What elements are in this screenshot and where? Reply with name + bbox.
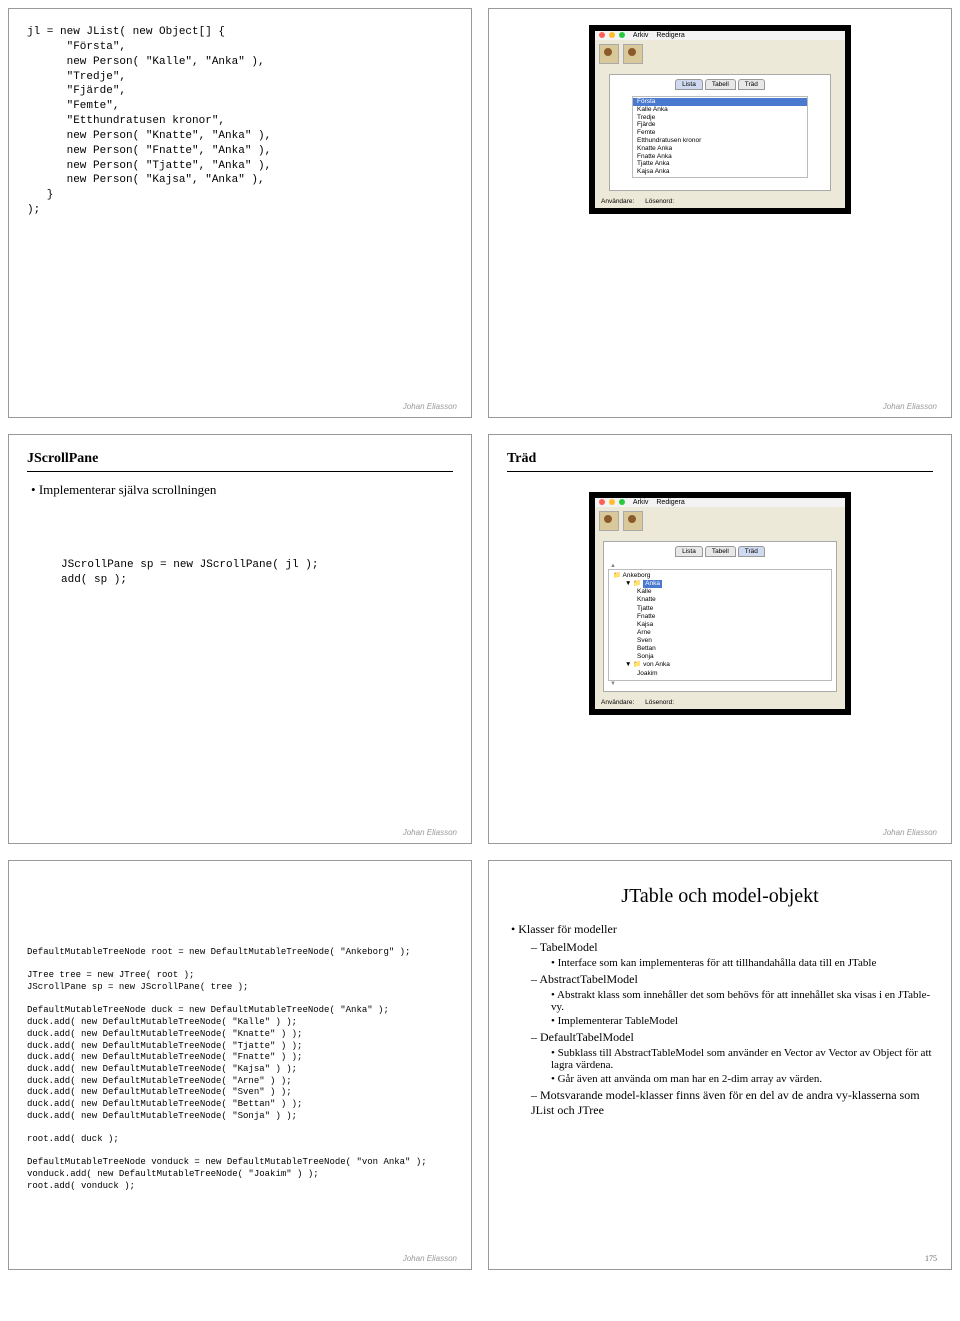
slide-jscrollpane: JScrollPane Implementerar själva scrolln… (8, 434, 472, 844)
list-item[interactable]: Tredje (633, 114, 807, 122)
list-item[interactable]: Knatte Anka (633, 145, 807, 153)
tree-leaf[interactable]: Sven (611, 637, 829, 645)
tree-leaf[interactable]: Joakim (611, 670, 829, 678)
bullet: Implementerar TableModel (551, 1015, 933, 1027)
tree-leaf[interactable]: Arne (611, 629, 829, 637)
bullet: DefaultTabelModel (531, 1030, 933, 1045)
scroll-up-icon[interactable]: ▲ (610, 563, 616, 569)
tab-lista[interactable]: Lista (675, 79, 703, 90)
status-anvandare: Användare: (601, 198, 634, 205)
tree-node[interactable]: ▼ 📁 Anka (611, 580, 829, 588)
toolbar-icon-2[interactable] (623, 44, 643, 64)
slide-jlist-code: jl = new JList( new Object[] { "Första",… (8, 8, 472, 418)
slide-title: Träd (507, 451, 933, 472)
tree-leaf[interactable]: Knatte (611, 596, 829, 604)
tab-lista[interactable]: Lista (675, 546, 703, 557)
zoom-icon[interactable] (619, 32, 625, 38)
page-number: 175 (925, 1254, 937, 1263)
menu-redigera[interactable]: Redigera (656, 499, 684, 506)
list-item[interactable]: Första (633, 98, 807, 106)
list-item[interactable]: Etthundratusen kronor (633, 137, 807, 145)
jtree-view[interactable]: 📁 Ankeborg ▼ 📁 Anka Kalle Knatte Tjatte … (608, 569, 832, 681)
slide-listbox-window: Arkiv Redigera Lista Tabell Träd Första (488, 8, 952, 418)
mac-menubar: Arkiv Redigera (595, 31, 845, 40)
slide-title: JTable och model-objekt (507, 885, 933, 908)
jscrollpane-code: JScrollPane sp = new JScrollPane( jl ); … (61, 558, 453, 588)
zoom-icon[interactable] (619, 499, 625, 505)
tree-leaf[interactable]: Sonja (611, 653, 829, 661)
minimize-icon[interactable] (609, 499, 615, 505)
author-footer: Johan Eliasson (883, 828, 937, 837)
tree-leaf[interactable]: Kajsa (611, 621, 829, 629)
toolbar-icon-1[interactable] (599, 511, 619, 531)
tree-leaf[interactable]: Bettan (611, 645, 829, 653)
list-item[interactable]: Fjärde (633, 121, 807, 129)
menu-arkiv[interactable]: Arkiv (633, 32, 649, 39)
list-item[interactable]: Tjatte Anka (633, 160, 807, 168)
tab-tabell[interactable]: Tabell (705, 546, 736, 557)
bullet: Abstrakt klass som innehåller det som be… (551, 989, 933, 1013)
toolbar-icon-2[interactable] (623, 511, 643, 531)
status-losenord: Lösenord: (645, 198, 674, 205)
menu-redigera[interactable]: Redigera (656, 32, 684, 39)
bullet: Subklass till AbstractTableModel som anv… (551, 1047, 933, 1071)
mac-menubar: Arkiv Redigera (595, 498, 845, 507)
slide-title: JScrollPane (27, 451, 453, 472)
author-footer: Johan Eliasson (403, 402, 457, 411)
menu-arkiv[interactable]: Arkiv (633, 499, 649, 506)
list-item[interactable]: Femte (633, 129, 807, 137)
jlist-code: jl = new JList( new Object[] { "Första",… (27, 25, 453, 218)
list-item[interactable]: Kajsa Anka (633, 168, 807, 176)
tree-leaf[interactable]: Tjatte (611, 605, 829, 613)
tree-leaf[interactable]: Fnatte (611, 613, 829, 621)
toolbar (595, 40, 845, 70)
close-icon[interactable] (599, 32, 605, 38)
toolbar (595, 507, 845, 537)
tree-node-root[interactable]: 📁 Ankeborg (611, 572, 829, 580)
author-footer: Johan Eliasson (403, 828, 457, 837)
scroll-down-icon[interactable]: ▼ (610, 681, 616, 687)
bullet: AbstractTabelModel (531, 972, 933, 987)
mac-frame: Arkiv Redigera Lista Tabell Träd Första (589, 25, 851, 214)
status-anvandare: Användare: (601, 699, 634, 706)
status-losenord: Lösenord: (645, 699, 674, 706)
slide-jtable-model: JTable och model-objekt Klasser för mode… (488, 860, 952, 1270)
jlist-listbox[interactable]: Första Kalle Anka Tredje Fjärde Femte Et… (632, 96, 808, 178)
mac-frame: Arkiv Redigera Lista Tabell Träd ▲ (589, 492, 851, 715)
tab-trad[interactable]: Träd (738, 546, 765, 557)
bullet: Går även att använda om man har en 2-dim… (551, 1073, 933, 1085)
minimize-icon[interactable] (609, 32, 615, 38)
tab-trad[interactable]: Träd (738, 79, 765, 90)
list-item[interactable]: Fnatte Anka (633, 153, 807, 161)
close-icon[interactable] (599, 499, 605, 505)
tree-node[interactable]: ▼ 📁 von Anka (611, 661, 829, 669)
bullet: Motsvarande model-klasser finns även för… (531, 1088, 933, 1118)
tree-leaf[interactable]: Kalle (611, 588, 829, 596)
tree-code: DefaultMutableTreeNode root = new Defaul… (27, 947, 453, 1192)
bullet: TabelModel (531, 940, 933, 955)
tab-tabell[interactable]: Tabell (705, 79, 736, 90)
list-item[interactable]: Kalle Anka (633, 106, 807, 114)
slide-tree-window: Träd Arkiv Redigera (488, 434, 952, 844)
bullet: Implementerar själva scrollningen (31, 482, 453, 498)
toolbar-icon-1[interactable] (599, 44, 619, 64)
author-footer: Johan Eliasson (883, 402, 937, 411)
bullet: Interface som kan implementeras för att … (551, 957, 933, 969)
bullet: Klasser för modeller (511, 922, 933, 937)
slide-tree-code: DefaultMutableTreeNode root = new Defaul… (8, 860, 472, 1270)
author-footer: Johan Eliasson (403, 1254, 457, 1263)
